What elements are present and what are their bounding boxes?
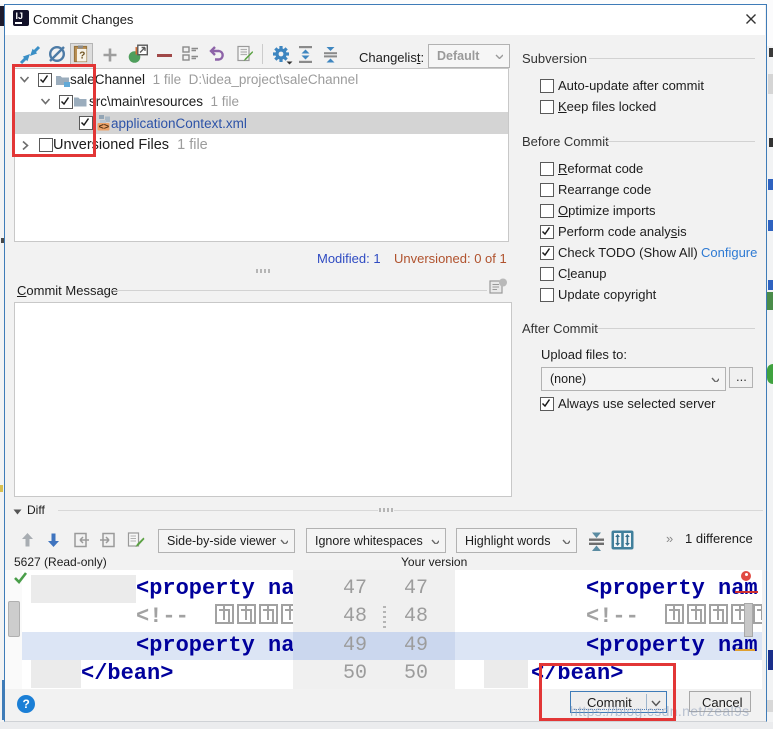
svg-text:?: ? xyxy=(79,51,85,62)
svg-text:<>: <> xyxy=(99,121,110,131)
